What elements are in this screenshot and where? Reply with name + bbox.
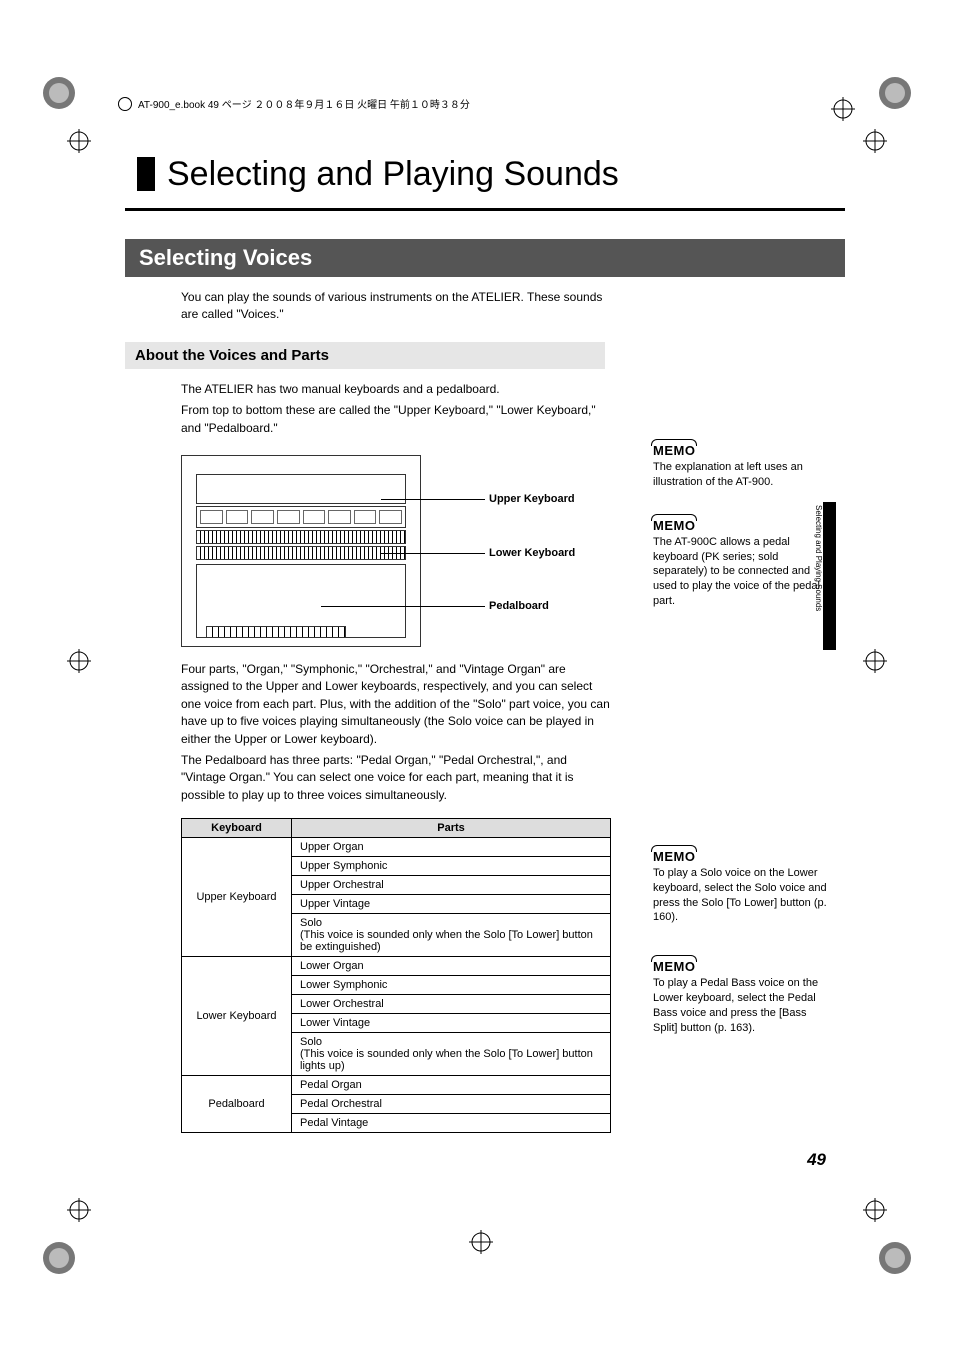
crosshair-icon — [854, 1189, 896, 1231]
keyboard-illustration: Upper Keyboard Lower Keyboard Pedalboard — [181, 455, 611, 647]
table-cell: Lower Symphonic — [292, 976, 611, 995]
memo-sidebar: MEMO The explanation at left uses an ill… — [653, 443, 833, 1064]
regmark-icon — [38, 72, 80, 114]
memo-text: To play a Pedal Bass voice on the Lower … — [653, 976, 833, 1035]
about-paragraph-2: From top to bottom these are called the … — [181, 402, 611, 437]
chapter-title-text: Selecting and Playing Sounds — [167, 155, 619, 194]
label-pedalboard: Pedalboard — [489, 600, 549, 612]
table-cell: Lower Orchestral — [292, 995, 611, 1014]
subheading-text: About the Voices and Parts — [135, 347, 329, 364]
table-cell: Pedal Organ — [292, 1076, 611, 1095]
th-parts: Parts — [292, 819, 611, 838]
crosshair-icon — [58, 640, 100, 682]
table-cell: Lower Organ — [292, 957, 611, 976]
regmark-icon — [874, 72, 916, 114]
parts-paragraph-1: Four parts, "Organ," "Symphonic," "Orche… — [181, 661, 611, 748]
regmark-icon — [38, 1237, 80, 1279]
memo-tag: MEMO — [653, 518, 695, 533]
th-keyboard: Keyboard — [182, 819, 292, 838]
memo-2: MEMO The AT-900C allows a pedal keyboard… — [653, 518, 833, 609]
about-paragraph-1: The ATELIER has two manual keyboards and… — [181, 381, 611, 398]
section-title-bar: Selecting Voices — [125, 239, 845, 277]
page-content: Selecting and Playing Sounds Selecting V… — [125, 155, 845, 1133]
memo-tag: MEMO — [653, 443, 695, 458]
crosshair-icon — [58, 120, 100, 162]
label-lower-keyboard: Lower Keyboard — [489, 547, 575, 559]
table-cell: Lower Vintage — [292, 1014, 611, 1033]
memo-1: MEMO The explanation at left uses an ill… — [653, 443, 833, 490]
cell-pedalboard: Pedalboard — [182, 1076, 292, 1133]
memo-3: MEMO To play a Solo voice on the Lower k… — [653, 849, 833, 925]
crosshair-icon — [460, 1221, 502, 1263]
crosshair-icon — [58, 1189, 100, 1231]
table-cell: Upper Organ — [292, 838, 611, 857]
memo-4: MEMO To play a Pedal Bass voice on the L… — [653, 959, 833, 1035]
crosshair-icon — [854, 640, 896, 682]
table-cell: Pedal Orchestral — [292, 1095, 611, 1114]
section-title-text: Selecting Voices — [139, 245, 312, 270]
table-cell: Upper Symphonic — [292, 857, 611, 876]
table-cell: Upper Vintage — [292, 895, 611, 914]
memo-text: To play a Solo voice on the Lower keyboa… — [653, 866, 833, 925]
memo-text: The explanation at left uses an illustra… — [653, 460, 833, 490]
table-cell: Pedal Vintage — [292, 1114, 611, 1133]
thumb-tab-label: Selecting and Playing Sounds — [814, 505, 823, 645]
cell-lower-keyboard: Lower Keyboard — [182, 957, 292, 1076]
parts-paragraph-2: The Pedalboard has three parts: "Pedal O… — [181, 752, 611, 804]
parts-table: Keyboard Parts Upper Keyboard Upper Orga… — [181, 818, 611, 1133]
organ-diagram — [181, 455, 421, 647]
intro-paragraph: You can play the sounds of various instr… — [181, 289, 611, 324]
table-cell: Upper Orchestral — [292, 876, 611, 895]
header-meta-text: AT-900_e.book 49 ページ ２００８年９月１６日 火曜日 午前１０… — [138, 96, 470, 111]
thumb-tab — [823, 502, 836, 650]
label-upper-keyboard: Upper Keyboard — [489, 493, 575, 505]
cell-upper-keyboard: Upper Keyboard — [182, 838, 292, 957]
memo-tag: MEMO — [653, 959, 695, 974]
regmark-icon — [874, 1237, 916, 1279]
memo-text: The AT-900C allows a pedal keyboard (PK … — [653, 535, 833, 609]
page-number: 49 — [807, 1150, 826, 1170]
subheading-bar: About the Voices and Parts — [125, 342, 605, 369]
chapter-title: Selecting and Playing Sounds — [125, 155, 845, 211]
print-header-meta: AT-900_e.book 49 ページ ２００８年９月１６日 火曜日 午前１０… — [118, 96, 470, 111]
memo-tag: MEMO — [653, 849, 695, 864]
crosshair-icon — [822, 88, 864, 130]
table-cell: Solo (This voice is sounded only when th… — [292, 1033, 611, 1076]
table-cell: Solo (This voice is sounded only when th… — [292, 914, 611, 957]
